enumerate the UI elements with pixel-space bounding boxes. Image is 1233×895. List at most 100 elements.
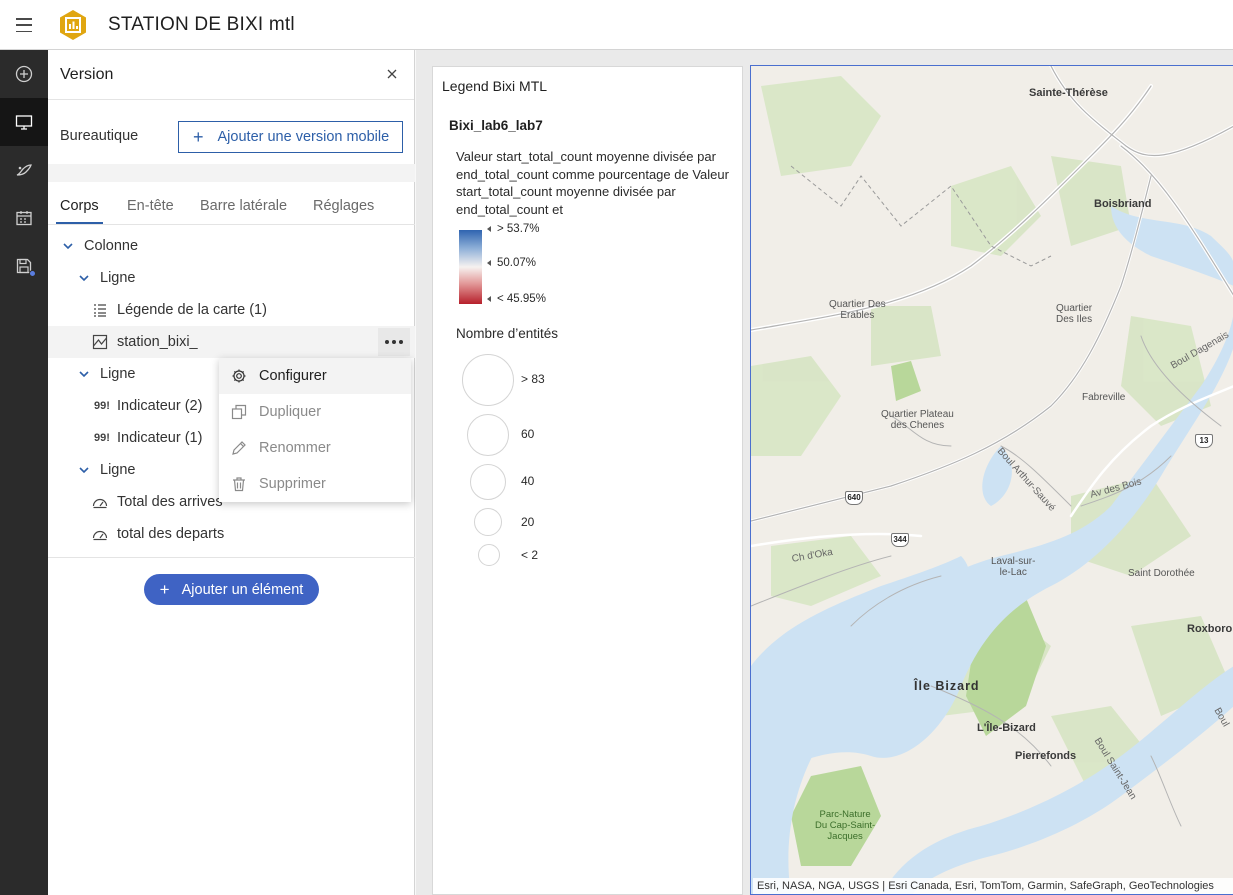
left-rail	[0, 50, 48, 895]
ramp-label-text: 50.07%	[497, 257, 537, 269]
desktop-version-label: Bureautique	[60, 128, 139, 144]
tree-row-label: Ligne	[100, 270, 136, 286]
theme-icon	[16, 164, 32, 176]
size-label: > 83	[521, 372, 545, 386]
add-element-label: Ajouter un élément	[181, 581, 304, 598]
tree-row-label: Ligne	[100, 366, 136, 382]
tree-item-label: station_bixi_	[117, 334, 198, 350]
add-icon	[15, 65, 33, 83]
menu-item-label: Supprimer	[259, 476, 326, 492]
highway-shield: 640	[845, 491, 863, 505]
ramp-label-text: > 53.7%	[497, 223, 540, 235]
rail-save-button[interactable]	[0, 242, 48, 290]
size-label: 40	[521, 474, 535, 488]
menu-item-configurer[interactable]: Configurer	[219, 358, 411, 394]
legend-layer-title: Bixi_lab6_lab7	[449, 118, 543, 133]
tab-reglages[interactable]: Réglages	[313, 198, 374, 214]
rail-layout-button[interactable]	[0, 98, 48, 146]
tab-en-tete[interactable]: En-tête	[127, 198, 174, 214]
map-label: Quartier Des Erables	[829, 299, 886, 321]
hamburger-menu-icon[interactable]	[14, 17, 34, 33]
plus-icon: +	[159, 580, 170, 599]
add-mobile-version-label: Ajouter une version mobile	[217, 129, 390, 145]
more-options-button[interactable]	[378, 328, 410, 356]
color-ramp	[459, 230, 482, 304]
tree-item-indicator-1[interactable]: 99! Indicateur (1)	[92, 424, 202, 452]
ramp-label-low: < 45.95%	[487, 293, 546, 305]
map-attribution[interactable]: Esri, NASA, NGA, USGS | Esri Canada, Esr…	[753, 878, 1233, 894]
map-label: Sainte-Thérèse	[1029, 87, 1108, 99]
ramp-label-high: > 53.7%	[487, 223, 540, 235]
size-symbol-circle	[474, 508, 502, 536]
ramp-label-mid: 50.07%	[487, 257, 536, 269]
legend-list-icon	[94, 304, 106, 317]
map-widget[interactable]: Sainte-Thérèse Boisbriand Quartier Des E…	[750, 65, 1233, 895]
tree-column[interactable]: Colonne	[62, 232, 138, 260]
map-label: Pierrefonds	[1015, 750, 1077, 762]
gauge-icon	[92, 530, 108, 541]
context-menu: Configurer Dupliquer Renommer Supprimer	[219, 358, 411, 502]
map-label: Quartier Des Iles	[1056, 303, 1093, 325]
duplicate-icon	[231, 404, 247, 420]
tree-item-gauge-departures[interactable]: total des departs	[92, 520, 224, 548]
panel-separator	[48, 164, 415, 182]
tree-item-legend[interactable]: Légende de la carte (1)	[92, 296, 267, 324]
gauge-icon	[92, 498, 108, 509]
legend-title: Legend Bixi MTL	[442, 78, 548, 94]
tree-item-gauge-arrivals[interactable]: Total des arrives	[92, 488, 223, 516]
tree-item-label: total des departs	[117, 526, 225, 542]
pencil-icon	[232, 441, 246, 455]
panel-tabs: Corps En-tête Barre latérale Réglages	[48, 182, 415, 225]
chevron-down-icon	[79, 371, 89, 378]
map-label: Quartier Plateau des Chenes	[881, 409, 954, 431]
map-label: Saint Dorothée	[1128, 568, 1195, 579]
monitor-icon	[15, 115, 33, 130]
tree-column-label: Colonne	[84, 238, 139, 254]
size-symbol-circle	[478, 544, 500, 566]
tree-row-2[interactable]: Ligne	[78, 360, 135, 388]
panel-header: Version	[48, 50, 414, 100]
tree-item-indicator-2[interactable]: 99! Indicateur (2)	[92, 392, 202, 420]
size-symbol-circle	[462, 354, 514, 406]
panel-title: Version	[60, 66, 114, 83]
tree-row-1[interactable]: Ligne	[78, 264, 135, 292]
ramp-label-text: < 45.95%	[497, 293, 546, 305]
active-tab-indicator	[56, 222, 103, 224]
legend-field-description: Valeur start_total_count moyenne divisée…	[456, 149, 729, 217]
close-icon[interactable]	[384, 66, 400, 82]
add-element-button[interactable]: + Ajouter un élément	[144, 574, 319, 605]
tree-item-label: Indicateur (2)	[117, 398, 203, 414]
plus-icon: +	[193, 127, 204, 147]
rail-add-button[interactable]	[0, 50, 48, 98]
size-label: 20	[521, 515, 535, 529]
map-label: Île Bizard	[914, 679, 980, 693]
dashboard-logo-icon	[60, 10, 86, 40]
top-bar: STATION DE BIXI mtl	[0, 0, 1233, 50]
chevron-down-icon	[79, 467, 89, 474]
tab-corps[interactable]: Corps	[60, 198, 99, 214]
size-label: 60	[521, 427, 535, 441]
menu-item-renommer[interactable]: Renommer	[219, 430, 411, 466]
rail-calendar-button[interactable]	[0, 194, 48, 242]
tree-item-label: Indicateur (1)	[117, 430, 203, 446]
calendar-icon	[16, 211, 32, 226]
tree-row-label: Ligne	[100, 462, 136, 478]
chevron-down-icon	[63, 243, 73, 250]
size-legend-title: Nombre d’entités	[456, 326, 559, 341]
map-label: Laval-sur- le-Lac	[991, 556, 1036, 578]
size-label: < 2	[521, 548, 539, 562]
menu-item-supprimer[interactable]: Supprimer	[219, 466, 411, 502]
size-symbol-circle	[470, 464, 506, 500]
map-label: Fabreville	[1082, 392, 1126, 403]
rail-theme-button[interactable]	[0, 146, 48, 194]
tree-row-3[interactable]: Ligne	[78, 456, 135, 484]
tree-item-map[interactable]: station_bixi_	[92, 328, 198, 356]
panel-divider	[48, 557, 415, 558]
menu-item-label: Renommer	[259, 440, 331, 456]
add-mobile-version-button[interactable]: + Ajouter une version mobile	[178, 121, 403, 153]
tab-barre-laterale[interactable]: Barre latérale	[200, 198, 287, 214]
unsaved-indicator-dot	[29, 270, 36, 277]
menu-item-dupliquer[interactable]: Dupliquer	[219, 394, 411, 430]
map-icon	[92, 334, 108, 350]
legend-widget[interactable]: Legend Bixi MTL Bixi_lab6_lab7 Valeur st…	[432, 66, 743, 895]
